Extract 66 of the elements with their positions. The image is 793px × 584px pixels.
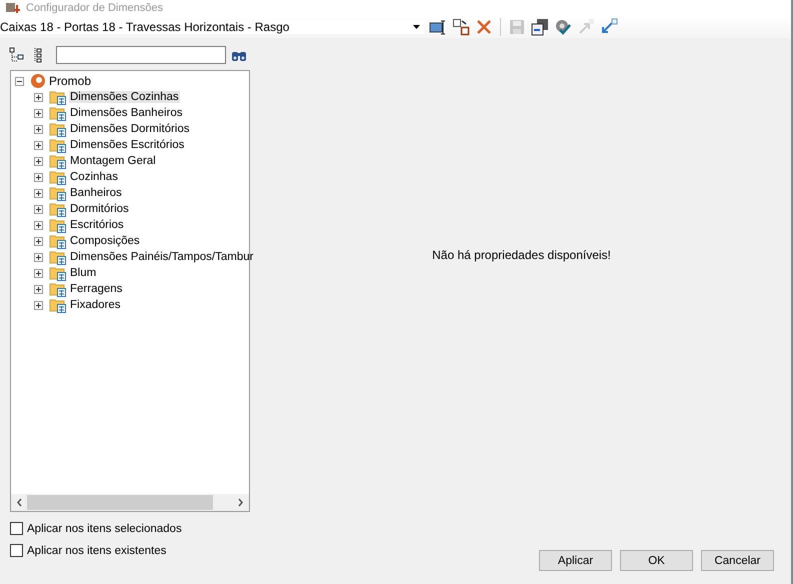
folder-icon — [49, 233, 67, 249]
checkbox-label: Aplicar nos itens existentes — [27, 544, 166, 556]
expand-toggle[interactable] — [34, 220, 43, 230]
dialog-button[interactable]: Cancelar — [701, 550, 774, 571]
app-icon — [6, 2, 20, 14]
expand-toggle[interactable] — [34, 236, 43, 246]
tree-item[interactable]: Banheiros — [69, 187, 123, 199]
horizontal-scrollbar[interactable] — [11, 494, 249, 511]
folder-icon — [49, 281, 67, 297]
tree-item[interactable]: Composições — [69, 235, 141, 247]
expand-toggle[interactable] — [34, 300, 43, 310]
expand-toggle[interactable] — [34, 156, 43, 166]
folder-icon — [49, 297, 67, 313]
save-as-icon[interactable] — [530, 18, 550, 36]
folder-icon — [49, 265, 67, 281]
folder-icon — [49, 105, 67, 121]
folder-icon — [49, 89, 67, 105]
expand-toggle[interactable] — [34, 268, 43, 278]
collapse-all-icon[interactable] — [8, 47, 26, 63]
folder-icon — [49, 185, 67, 201]
expand-toggle[interactable] — [34, 204, 43, 214]
folder-icon — [49, 121, 67, 137]
expand-toggle[interactable] — [34, 252, 43, 262]
folder-icon — [49, 201, 67, 217]
tree-item[interactable]: Dimensões Painéis/Tampos/Tambur — [69, 251, 254, 263]
expand-toggle[interactable] — [34, 284, 43, 294]
tree-item[interactable]: Cozinhas — [69, 171, 119, 183]
expand-toggle[interactable] — [34, 172, 43, 182]
dialog-button[interactable]: OK — [620, 550, 693, 571]
expand-toggle[interactable] — [34, 108, 43, 118]
folder-icon — [49, 169, 67, 185]
expand-toggle[interactable] — [34, 188, 43, 198]
checkbox-label: Aplicar nos itens selecionados — [27, 522, 182, 534]
search-field[interactable] — [56, 46, 226, 64]
window-title: Configurador de Dimensões — [26, 2, 163, 14]
rename-icon[interactable] — [428, 18, 448, 36]
collapse-toggle[interactable] — [15, 76, 24, 86]
tree-item[interactable]: Ferragens — [69, 283, 124, 295]
tree-item[interactable]: Dimensões Escritórios — [69, 139, 186, 151]
tree-item[interactable]: Escritórios — [69, 219, 125, 231]
configuration-dropdown[interactable]: Caixas 18 - Portas 18 - Travessas Horizontais - Rasgo — [0, 20, 424, 34]
expand-toggle[interactable] — [34, 140, 43, 150]
tree-item[interactable]: Promob — [48, 74, 92, 88]
tree-item[interactable]: Dimensões Cozinhas — [69, 91, 180, 103]
expand-toggle[interactable] — [34, 124, 43, 134]
folder-icon — [49, 249, 67, 265]
empty-message: Não há propriedades disponíveis! — [432, 248, 611, 262]
tree-item[interactable]: Montagem Geral — [69, 155, 157, 167]
tree-item[interactable]: Blum — [69, 267, 98, 279]
tree-item[interactable]: Dimensões Dormitórios — [69, 123, 191, 135]
delete-icon[interactable] — [474, 18, 494, 36]
settings-icon[interactable] — [553, 18, 573, 36]
folder-icon — [49, 153, 67, 169]
folder-icon — [49, 217, 67, 233]
tree-item[interactable]: Fixadores — [69, 299, 122, 311]
replace-icon[interactable] — [451, 18, 471, 36]
dialog-button[interactable]: Aplicar — [539, 550, 612, 571]
folder-icon — [49, 137, 67, 153]
import-icon[interactable] — [599, 18, 619, 36]
tree-item[interactable]: Dimensões Banheiros — [69, 107, 184, 119]
tree-item[interactable]: Dormitórios — [69, 203, 130, 215]
checkbox[interactable] — [10, 544, 23, 557]
caret-icon — [413, 25, 420, 29]
checkbox[interactable] — [10, 522, 23, 535]
expand-toggle[interactable] — [34, 92, 43, 102]
logo-icon — [30, 73, 46, 89]
